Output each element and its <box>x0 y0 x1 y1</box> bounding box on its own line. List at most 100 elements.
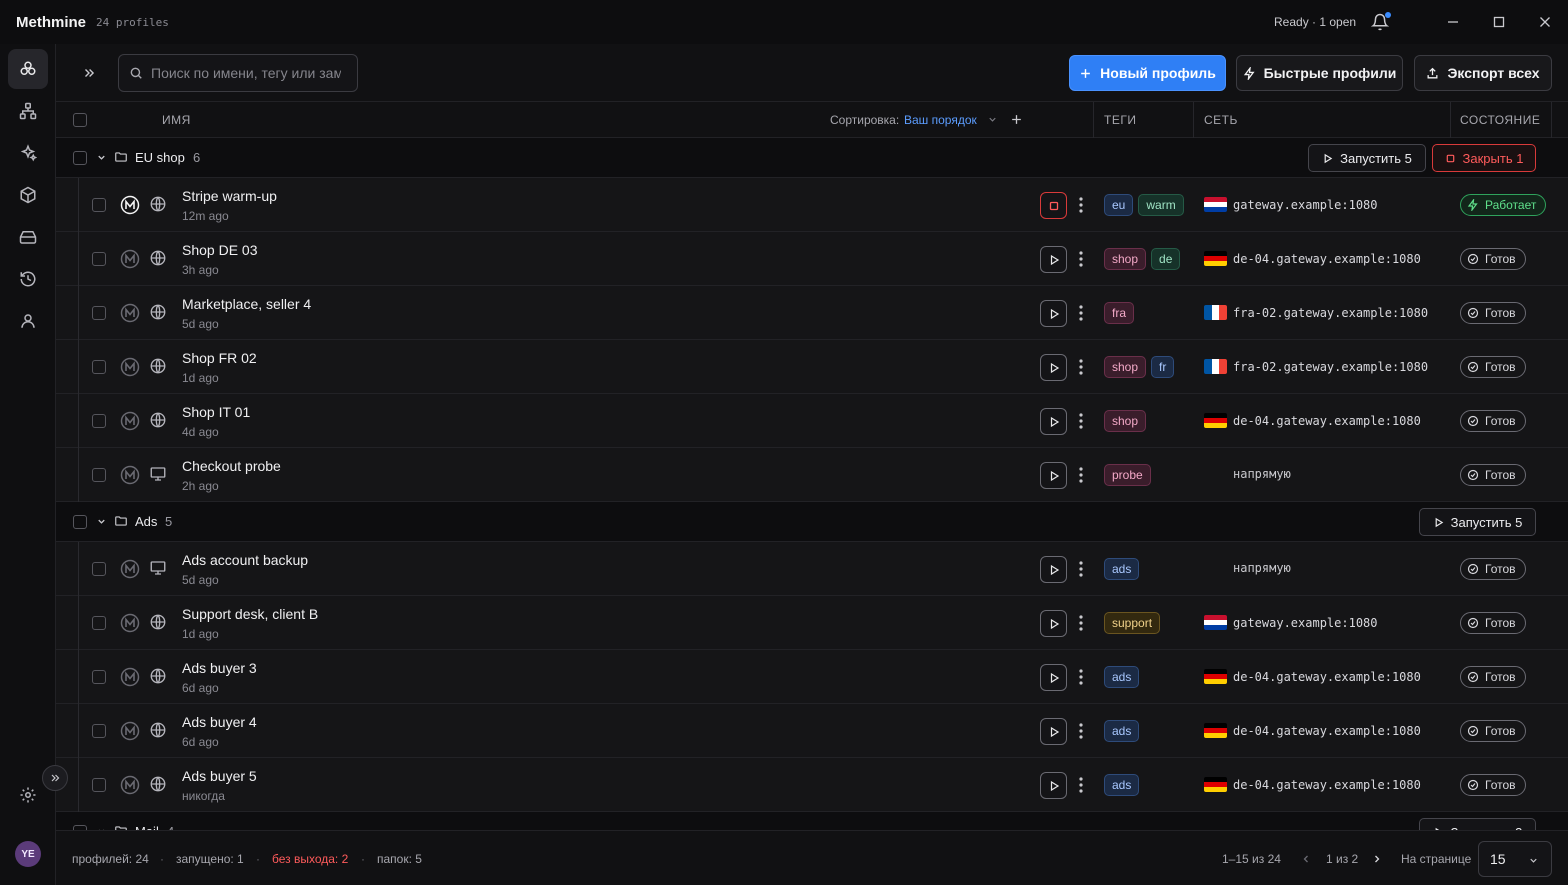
tag-badge[interactable]: shop <box>1104 248 1147 270</box>
per-page-select[interactable]: 15 <box>1478 841 1552 877</box>
tag-badge[interactable]: warm <box>1138 194 1184 216</box>
profile-row[interactable]: Ads buyer 5 никогда ads de-04.gateway.examp… <box>56 758 1568 812</box>
tag-badge[interactable]: ads <box>1104 720 1140 742</box>
launch-profile-button[interactable] <box>1040 610 1067 637</box>
profile-row[interactable]: Shop DE 03 3h ago shop de de-04.gateway.exam… <box>56 232 1568 286</box>
launch-profile-button[interactable] <box>1040 408 1067 435</box>
profile-name[interactable]: Shop IT 01 <box>182 404 250 420</box>
column-tags[interactable]: ТЕГИ <box>1104 113 1136 127</box>
profile-name[interactable]: Shop DE 03 <box>182 242 258 258</box>
profile-row[interactable]: Ads buyer 3 6d ago ads de-04.gateway.exampl… <box>56 650 1568 704</box>
tag-badge[interactable]: fr <box>1151 356 1175 378</box>
profile-checkbox[interactable] <box>92 306 106 320</box>
sort-value[interactable]: Ваш порядок <box>904 113 977 127</box>
profile-checkbox[interactable] <box>92 724 106 738</box>
column-name[interactable]: ИМЯ <box>162 113 191 127</box>
profile-name[interactable]: Ads buyer 5 <box>182 768 257 784</box>
tag-badge[interactable]: de <box>1151 248 1181 270</box>
tag-badge[interactable]: eu <box>1104 194 1134 216</box>
profile-menu-button[interactable] <box>1074 410 1088 432</box>
tag-badge[interactable]: ads <box>1104 666 1140 688</box>
profile-name[interactable]: Shop FR 02 <box>182 350 257 366</box>
expand-panel-button[interactable] <box>78 62 100 84</box>
sidebar-item-storage[interactable] <box>8 217 48 257</box>
footer-no-exit[interactable]: без выхода: 2 <box>272 852 348 866</box>
stop-profile-button[interactable] <box>1040 192 1067 219</box>
select-all-checkbox[interactable] <box>73 113 87 127</box>
launch-profile-button[interactable] <box>1040 664 1067 691</box>
profile-checkbox[interactable] <box>92 778 106 792</box>
avatar[interactable]: YE <box>15 841 41 867</box>
column-network[interactable]: СЕТЬ <box>1204 113 1238 127</box>
profile-row[interactable]: Ads buyer 4 6d ago ads de-04.gateway.exampl… <box>56 704 1568 758</box>
group-launch-button[interactable]: Запустить 5 <box>1308 144 1426 172</box>
sidebar-item-network[interactable] <box>8 91 48 131</box>
profile-name[interactable]: Ads account backup <box>182 552 308 568</box>
profile-menu-button[interactable] <box>1074 302 1088 324</box>
tag-badge[interactable]: shop <box>1104 410 1147 432</box>
prev-page-button[interactable] <box>1300 853 1312 868</box>
profile-checkbox[interactable] <box>92 670 106 684</box>
profile-name[interactable]: Ads buyer 4 <box>182 714 257 730</box>
launch-profile-button[interactable] <box>1040 556 1067 583</box>
tag-badge[interactable]: ads <box>1104 558 1140 580</box>
profile-checkbox[interactable] <box>92 252 106 266</box>
quick-profiles-button[interactable]: Быстрые профили <box>1236 55 1403 91</box>
new-profile-button[interactable]: Новый профиль <box>1069 55 1226 91</box>
profile-name[interactable]: Ads buyer 3 <box>182 660 257 676</box>
launch-profile-button[interactable] <box>1040 718 1067 745</box>
tag-badge[interactable]: support <box>1104 612 1161 634</box>
tag-badge[interactable]: shop <box>1104 356 1147 378</box>
profile-row[interactable]: Shop IT 01 4d ago shop de-04.gateway.exampl… <box>56 394 1568 448</box>
profile-name[interactable]: Checkout probe <box>182 458 281 474</box>
sidebar-item-profiles[interactable] <box>8 49 48 89</box>
tag-badge[interactable]: fra <box>1104 302 1135 324</box>
launch-profile-button[interactable] <box>1040 772 1067 799</box>
close-window-button[interactable] <box>1534 11 1556 33</box>
group-collapse-toggle[interactable] <box>96 151 107 166</box>
profile-row[interactable]: Support desk, client B 1d ago support gatew… <box>56 596 1568 650</box>
profile-menu-button[interactable] <box>1074 720 1088 742</box>
profile-checkbox[interactable] <box>92 198 106 212</box>
launch-profile-button[interactable] <box>1040 246 1067 273</box>
group-collapse-toggle[interactable] <box>96 515 107 530</box>
profile-name[interactable]: Marketplace, seller 4 <box>182 296 311 312</box>
group-close-button[interactable]: Закрыть 1 <box>1432 144 1536 172</box>
profile-checkbox[interactable] <box>92 360 106 374</box>
column-state[interactable]: СОСТОЯНИЕ <box>1460 113 1540 127</box>
group-checkbox[interactable] <box>73 151 87 165</box>
group-row[interactable]: EU shop 6 Запустить 5 Закрыть 1 <box>56 138 1568 178</box>
profile-row[interactable]: Stripe warm-up 12m ago eu warm gateway.examp… <box>56 178 1568 232</box>
notifications-button[interactable] <box>1369 11 1391 33</box>
launch-profile-button[interactable] <box>1040 300 1067 327</box>
profile-menu-button[interactable] <box>1074 666 1088 688</box>
profile-menu-button[interactable] <box>1074 464 1088 486</box>
tag-badge[interactable]: probe <box>1104 464 1151 486</box>
search-input[interactable] <box>151 65 341 81</box>
expand-sidebar-button[interactable] <box>42 765 68 791</box>
profile-menu-button[interactable] <box>1074 356 1088 378</box>
profile-menu-button[interactable] <box>1074 194 1088 216</box>
profile-checkbox[interactable] <box>92 468 106 482</box>
add-column-button[interactable] <box>1010 113 1023 129</box>
profile-menu-button[interactable] <box>1074 612 1088 634</box>
export-all-button[interactable]: Экспорт всех <box>1414 55 1552 91</box>
sidebar-item-history[interactable] <box>8 259 48 299</box>
profile-menu-button[interactable] <box>1074 774 1088 796</box>
profile-row[interactable]: Shop FR 02 1d ago shop fr fra-02.gateway.exa… <box>56 340 1568 394</box>
group-row[interactable]: Ads 5 Запустить 5 <box>56 502 1568 542</box>
profile-row[interactable]: Marketplace, seller 4 5d ago fra fra-02.gat… <box>56 286 1568 340</box>
launch-profile-button[interactable] <box>1040 354 1067 381</box>
sidebar-item-account[interactable] <box>8 301 48 341</box>
group-checkbox[interactable] <box>73 515 87 529</box>
sort-dropdown[interactable] <box>987 114 998 128</box>
tag-badge[interactable]: ads <box>1104 774 1140 796</box>
sidebar-item-automation[interactable] <box>8 133 48 173</box>
profile-menu-button[interactable] <box>1074 248 1088 270</box>
launch-profile-button[interactable] <box>1040 462 1067 489</box>
profile-row[interactable]: Ads account backup 5d ago ads напрямую Готов <box>56 542 1568 596</box>
minimize-button[interactable] <box>1442 11 1464 33</box>
profile-row[interactable]: Checkout probe 2h ago probe напрямую Готов <box>56 448 1568 502</box>
profile-checkbox[interactable] <box>92 562 106 576</box>
next-page-button[interactable] <box>1371 853 1383 868</box>
